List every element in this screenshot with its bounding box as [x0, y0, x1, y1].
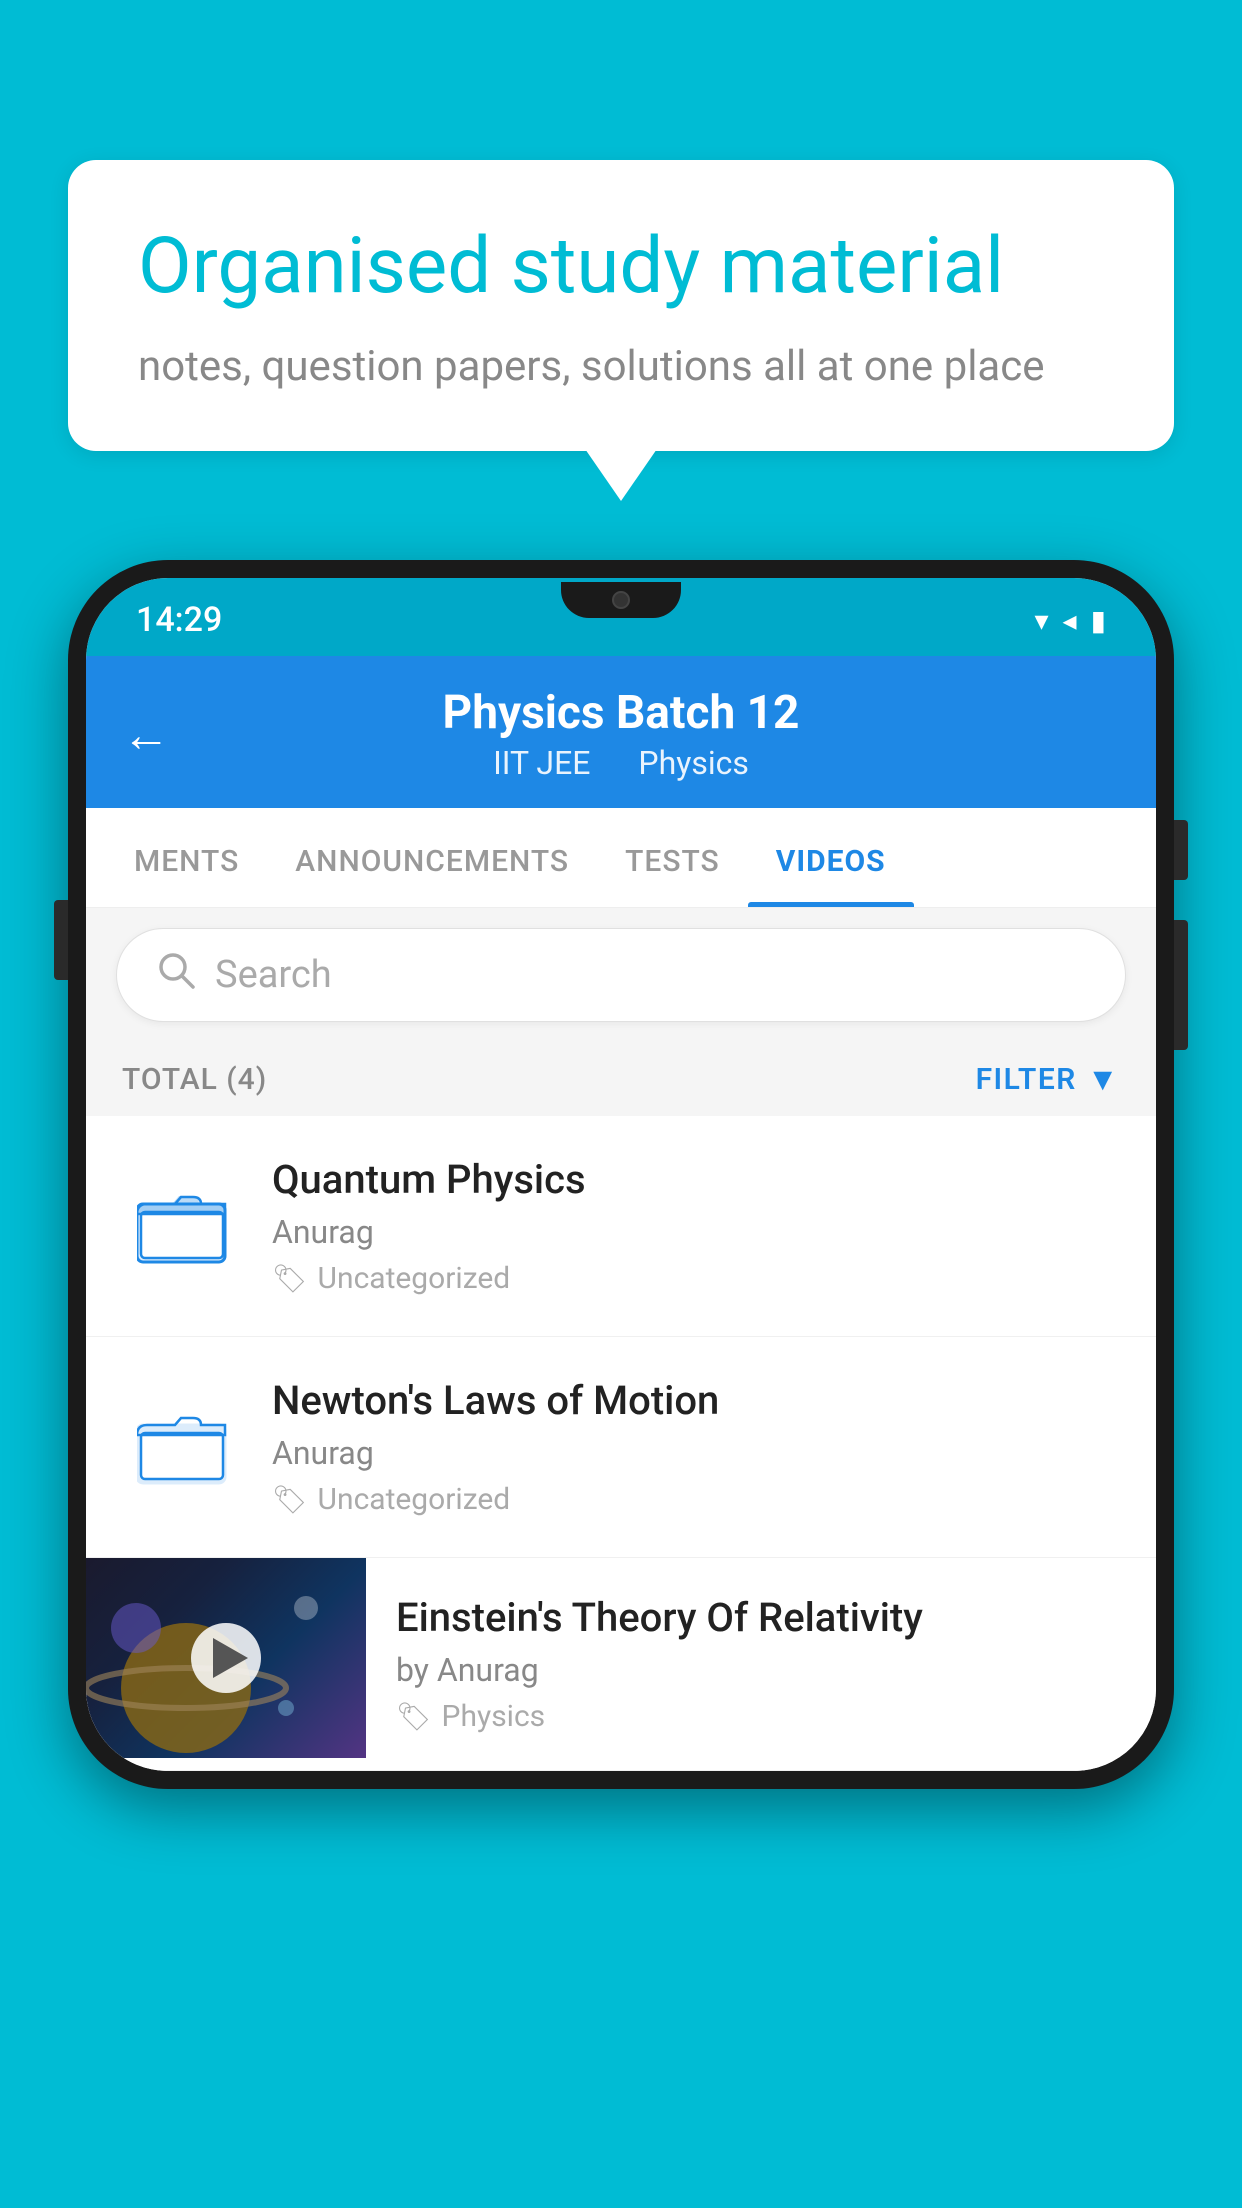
- speech-bubble: Organised study material notes, question…: [68, 160, 1174, 451]
- folder-thumb-2: [122, 1387, 242, 1507]
- video-title-3: Einstein's Theory Of Relativity: [396, 1594, 1126, 1641]
- filter-label: FILTER: [976, 1062, 1077, 1097]
- search-icon: [157, 951, 195, 999]
- phone-device: 14:29 ▾ ◂ ▮ ← Physics Batch 12 IIT JEE P…: [68, 560, 1174, 1789]
- tag-label-2: Uncategorized: [318, 1482, 511, 1517]
- video-thumbnail-3: [86, 1558, 366, 1758]
- video-info-2: Newton's Laws of Motion Anurag 🏷 Uncateg…: [272, 1377, 1120, 1517]
- header-title-block: Physics Batch 12 IIT JEE Physics: [443, 686, 800, 782]
- back-button[interactable]: ←: [122, 706, 170, 763]
- video-tag-3: 🏷 Physics: [396, 1699, 1126, 1734]
- status-icons: ▾ ◂ ▮: [1034, 604, 1106, 637]
- app-header: ← Physics Batch 12 IIT JEE Physics: [86, 656, 1156, 808]
- list-item[interactable]: Quantum Physics Anurag 🏷 Uncategorized: [86, 1116, 1156, 1337]
- phone-notch: [561, 582, 681, 618]
- side-button-left: [54, 900, 68, 980]
- total-count-label: TOTAL (4): [122, 1062, 267, 1097]
- side-button-power: [1174, 820, 1188, 880]
- search-box[interactable]: Search: [116, 928, 1126, 1022]
- tag-icon-1: 🏷: [272, 1262, 308, 1295]
- tag-icon-2: 🏷: [272, 1483, 308, 1516]
- search-container: Search: [86, 908, 1156, 1042]
- tag-label-3: Physics: [442, 1699, 546, 1734]
- video-tag-1: 🏷 Uncategorized: [272, 1261, 1120, 1296]
- video-info-1: Quantum Physics Anurag 🏷 Uncategorized: [272, 1156, 1120, 1296]
- phone-screen: 14:29 ▾ ◂ ▮ ← Physics Batch 12 IIT JEE P…: [86, 578, 1156, 1771]
- side-button-volume: [1174, 920, 1188, 1050]
- video-tag-2: 🏷 Uncategorized: [272, 1482, 1120, 1517]
- tag-label-1: Uncategorized: [318, 1261, 511, 1296]
- tab-tests[interactable]: TESTS: [597, 808, 748, 907]
- video-title-2: Newton's Laws of Motion: [272, 1377, 1120, 1424]
- play-icon: [213, 1638, 248, 1678]
- phone-outer: 14:29 ▾ ◂ ▮ ← Physics Batch 12 IIT JEE P…: [68, 560, 1174, 1789]
- tabs-bar: MENTS ANNOUNCEMENTS TESTS VIDEOS: [86, 808, 1156, 908]
- tab-ments[interactable]: MENTS: [106, 808, 267, 907]
- bubble-title: Organised study material: [138, 220, 1104, 314]
- signal-icon: ◂: [1063, 604, 1077, 637]
- tag-icon-3: 🏷: [396, 1700, 432, 1733]
- list-item[interactable]: Einstein's Theory Of Relativity by Anura…: [86, 1558, 1156, 1771]
- play-button-3[interactable]: [191, 1623, 261, 1693]
- tab-announcements[interactable]: ANNOUNCEMENTS: [267, 808, 597, 907]
- filter-icon: ▼: [1087, 1060, 1120, 1098]
- video-author-3: by Anurag: [396, 1651, 1126, 1689]
- tab-videos[interactable]: VIDEOS: [748, 808, 914, 907]
- video-list: Quantum Physics Anurag 🏷 Uncategorized: [86, 1116, 1156, 1771]
- header-subtitle-iitjee: IIT JEE: [493, 744, 590, 782]
- filter-button[interactable]: FILTER ▼: [976, 1060, 1120, 1098]
- status-time: 14:29: [136, 600, 222, 640]
- filter-row: TOTAL (4) FILTER ▼: [86, 1042, 1156, 1116]
- bubble-subtitle: notes, question papers, solutions all at…: [138, 342, 1104, 391]
- battery-icon: ▮: [1091, 604, 1106, 637]
- search-placeholder: Search: [215, 953, 332, 997]
- header-title: Physics Batch 12: [443, 686, 800, 740]
- speech-bubble-section: Organised study material notes, question…: [68, 160, 1174, 451]
- list-item[interactable]: Newton's Laws of Motion Anurag 🏷 Uncateg…: [86, 1337, 1156, 1558]
- header-subtitle: IIT JEE Physics: [443, 744, 800, 782]
- video-author-1: Anurag: [272, 1213, 1120, 1251]
- video-author-2: Anurag: [272, 1434, 1120, 1472]
- folder-thumb-1: [122, 1166, 242, 1286]
- camera-icon: [612, 591, 630, 609]
- video-info-3: Einstein's Theory Of Relativity by Anura…: [366, 1558, 1156, 1770]
- wifi-icon: ▾: [1034, 604, 1048, 637]
- video-title-1: Quantum Physics: [272, 1156, 1120, 1203]
- header-subtitle-physics: Physics: [638, 744, 749, 782]
